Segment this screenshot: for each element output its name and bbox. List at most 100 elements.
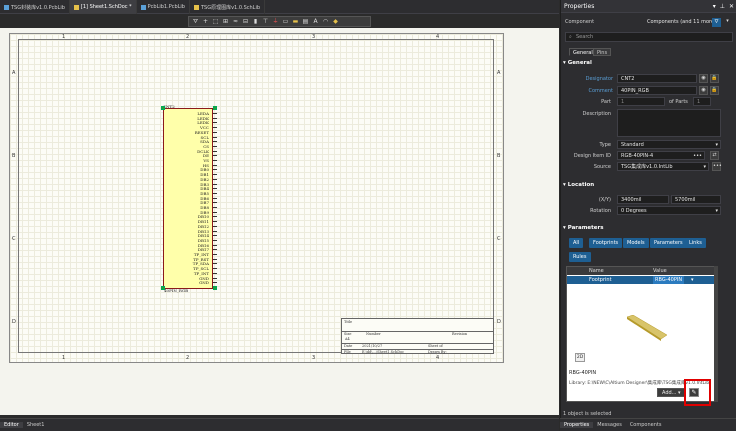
schematic-component[interactable]: LEDA LEDK LEDK VCC RESET SCL SDA CS DCLK DE VS HS DB… xyxy=(163,108,213,289)
pin-line[interactable] xyxy=(213,254,217,255)
pin-line[interactable] xyxy=(213,174,217,176)
pin-line[interactable] xyxy=(213,221,217,223)
pin-line[interactable] xyxy=(213,216,217,218)
pin-line[interactable] xyxy=(213,225,217,227)
object-filter-label[interactable]: Components (and 11 more) xyxy=(647,19,716,25)
source-select[interactable]: TSG集成库v1.0.IntLib ▾ xyxy=(617,162,709,171)
x-field[interactable]: 3400mil xyxy=(617,195,669,204)
pin-line[interactable] xyxy=(213,244,217,246)
pin-line[interactable] xyxy=(213,131,217,133)
y-field[interactable]: 5700mil xyxy=(671,195,721,204)
section-location[interactable]: ▾ Location xyxy=(563,180,735,190)
pin-line[interactable] xyxy=(213,202,217,204)
pin-line[interactable] xyxy=(213,207,217,208)
component-icon[interactable]: ▬ xyxy=(292,18,299,25)
selection-handle[interactable] xyxy=(213,106,217,110)
note-icon[interactable]: ◆ xyxy=(332,18,339,25)
section-parameters[interactable]: ▾ Parameters xyxy=(563,223,735,233)
pin-line[interactable] xyxy=(213,178,217,180)
wire-icon[interactable]: ≈ xyxy=(232,18,239,25)
pin-line[interactable] xyxy=(213,136,217,138)
selection-handle[interactable] xyxy=(213,286,217,290)
filter-all-button[interactable]: All xyxy=(569,238,584,248)
doc-tab[interactable]: TSG原理图库v1.0.SchLib xyxy=(190,0,266,14)
pin-line[interactable] xyxy=(213,160,217,161)
pin-line[interactable] xyxy=(213,249,217,251)
filter-links-button[interactable]: Links xyxy=(685,238,706,248)
pin-line[interactable] xyxy=(213,169,217,171)
sheet-icon[interactable]: ▤ xyxy=(302,18,309,25)
lock-icon[interactable]: 🔒 xyxy=(710,74,719,83)
pin-line[interactable] xyxy=(213,141,217,143)
rotation-select[interactable]: 0 Degrees ▾ xyxy=(617,206,721,215)
close-icon[interactable]: ✕ xyxy=(729,3,734,10)
select-icon[interactable]: ⬚ xyxy=(212,18,219,25)
doc-tab[interactable]: PcbLib1.PcbLib xyxy=(137,0,190,14)
pin-line[interactable] xyxy=(213,113,217,114)
filter-models-button[interactable]: Models xyxy=(623,238,649,248)
search-input[interactable]: ⌕ Search xyxy=(565,32,733,42)
visibility-eye-icon[interactable]: ◉ xyxy=(699,86,708,95)
swap-icon[interactable]: ⇄ xyxy=(710,151,719,160)
design-item-id-field[interactable]: RGB-40PIN-4 ••• xyxy=(617,151,705,160)
filter-footprints-button[interactable]: Footprints xyxy=(589,238,623,248)
pin-line[interactable] xyxy=(213,117,217,119)
gnd-icon[interactable]: ⏚ xyxy=(272,18,279,25)
pin-line[interactable] xyxy=(213,122,217,124)
align-icon[interactable]: ⊞ xyxy=(222,18,229,25)
pin-line[interactable] xyxy=(213,183,217,185)
pin-line[interactable] xyxy=(213,155,217,157)
designator-field[interactable]: CNT2 xyxy=(617,74,697,83)
pin-line[interactable] xyxy=(213,277,217,279)
tab-messages[interactable]: Messages xyxy=(593,422,626,428)
row-value[interactable]: RBG-40PIN xyxy=(653,276,685,284)
pin-line[interactable] xyxy=(213,188,217,190)
tab-editor[interactable]: Editor xyxy=(0,422,23,428)
pin-line[interactable] xyxy=(213,282,217,284)
net-label-icon[interactable]: ▮ xyxy=(252,18,259,25)
grid-scrollbar[interactable] xyxy=(714,266,718,402)
comment-field[interactable]: 40PIN_RGB xyxy=(617,86,697,95)
pin-line[interactable] xyxy=(213,235,217,237)
filter-icon[interactable]: ⛛ xyxy=(192,18,199,25)
visibility-eye-icon[interactable]: ◉ xyxy=(699,74,708,83)
pin-line[interactable] xyxy=(213,197,217,199)
filter-rules-button[interactable]: Rules xyxy=(569,252,591,262)
selection-handle[interactable] xyxy=(161,106,165,110)
filter-parameters-button[interactable]: Parameters xyxy=(650,238,687,248)
table-row[interactable]: Footprint RBG-40PIN ▾ xyxy=(567,276,717,284)
tab-properties[interactable]: Properties xyxy=(560,422,594,428)
selection-handle[interactable] xyxy=(161,286,165,290)
pin-icon[interactable]: ⊥ xyxy=(720,3,725,10)
port-icon[interactable]: ▭ xyxy=(282,18,289,25)
doc-tab[interactable]: TSG封装库v1.0.PcbLib xyxy=(0,0,70,14)
lock-icon[interactable]: 🔒 xyxy=(710,86,719,95)
pin-line[interactable] xyxy=(213,239,217,241)
chevron-down-icon[interactable]: ▾ xyxy=(691,276,694,284)
doc-tab[interactable]: [1] Sheet1.SchDoc * xyxy=(69,0,137,14)
chevron-down-icon[interactable]: ▾ xyxy=(713,3,716,10)
part-select[interactable]: 1 xyxy=(617,97,665,106)
tab-sheet1[interactable]: Sheet1 xyxy=(23,422,49,428)
pin-line[interactable] xyxy=(213,192,217,194)
col-value-header[interactable]: Value xyxy=(653,267,667,275)
pin-line[interactable] xyxy=(213,150,217,152)
section-general[interactable]: ▾ General xyxy=(563,58,735,68)
pin-line[interactable] xyxy=(213,258,217,260)
filter-icon[interactable]: ⛛ xyxy=(712,18,721,27)
pin-line[interactable] xyxy=(213,272,217,274)
more-icon[interactable]: ••• xyxy=(693,152,702,159)
add-button[interactable]: Add... ▾ xyxy=(657,388,686,397)
arc-icon[interactable]: ◠ xyxy=(322,18,329,25)
more-icon[interactable]: ••• xyxy=(712,162,722,171)
pin-line[interactable] xyxy=(213,127,217,129)
tab-pins[interactable]: Pins xyxy=(593,48,612,56)
add-icon[interactable]: + xyxy=(202,18,209,25)
description-field[interactable] xyxy=(617,109,721,137)
type-select[interactable]: Standard ▾ xyxy=(617,140,721,149)
power-icon[interactable]: ⊤ xyxy=(262,18,269,25)
chevron-down-icon[interactable]: ▾ xyxy=(723,18,732,27)
pin-line[interactable] xyxy=(213,145,217,147)
text-icon[interactable]: A xyxy=(312,18,319,25)
tab-components[interactable]: Components xyxy=(626,422,666,428)
